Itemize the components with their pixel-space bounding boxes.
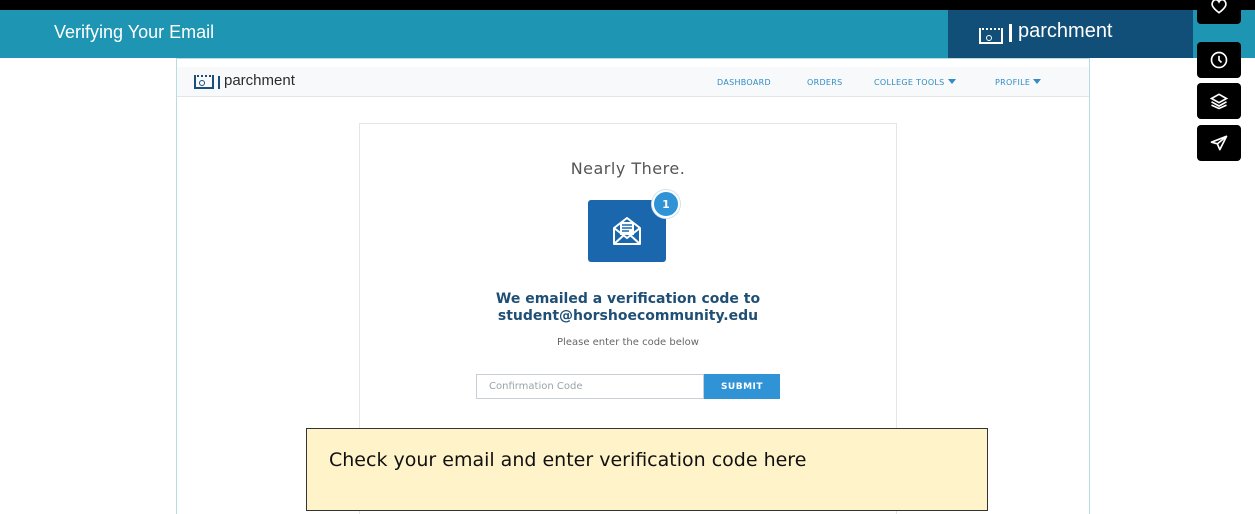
nav-logo-text[interactable]: parchment [224,72,295,89]
send-icon [1210,135,1228,151]
verification-email: student@horshoecommunity.edu [497,308,759,324]
card-heading: Nearly There. [570,159,686,178]
nav-logo-icon [194,75,214,89]
favorite-button[interactable] [1197,0,1241,24]
layers-button[interactable] [1197,83,1241,119]
history-button[interactable] [1197,42,1241,78]
nav-link-dashboard[interactable]: DASHBOARD [717,78,771,87]
clock-icon [1210,51,1228,69]
nav-link-college-tools[interactable]: COLLEGE TOOLS [874,78,956,87]
verification-message: We emailed a verification code to [495,291,761,307]
nav-logo-bar [218,76,220,89]
nav-link-profile[interactable]: PROFILE [995,78,1042,87]
callout-text: Check your email and enter verification … [329,449,807,471]
instruction-text: Please enter the code below [557,337,699,348]
layers-icon [1209,93,1229,110]
send-button[interactable] [1197,125,1241,161]
notification-badge: 1 [652,190,680,218]
parchment-logo-icon [979,28,1003,44]
heart-icon [1211,0,1227,14]
top-strip [0,0,1255,10]
open-envelope-icon [613,217,641,245]
instruction-callout: Check your email and enter verification … [306,428,988,511]
parchment-logo-bar [1009,24,1012,42]
caret-down-icon [1033,79,1042,84]
submit-button[interactable]: SUBMIT [704,374,780,399]
nav-link-orders[interactable]: ORDERS [807,78,843,87]
top-navigation: parchment DASHBOARD ORDERS COLLEGE TOOLS… [177,67,1089,97]
college-tools-label: COLLEGE TOOLS [874,78,945,87]
page-title: Verifying Your Email [54,22,215,42]
header-logo-text: parchment [1018,20,1113,42]
confirmation-code-input[interactable] [476,374,704,399]
profile-label: PROFILE [995,78,1031,87]
caret-down-icon [947,79,956,84]
